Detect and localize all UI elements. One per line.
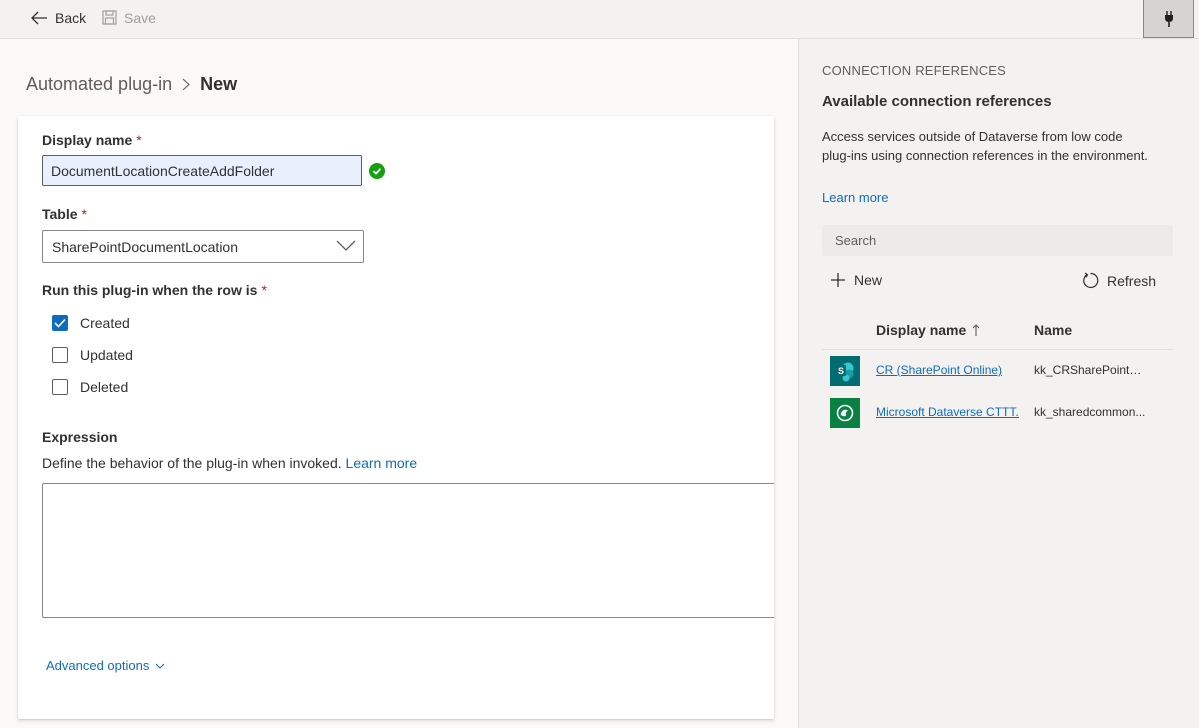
table-dropdown[interactable]: SharePointDocumentLocation bbox=[42, 230, 364, 263]
table-row[interactable]: S CR (SharePoint Online) kk_CRSharePoint… bbox=[822, 350, 1173, 392]
connection-reference-name: kk_CRSharePointO... bbox=[1034, 363, 1146, 377]
plugin-form-card: Display name * DocumentLocationCreateAddF… bbox=[18, 116, 774, 719]
connection-reference-link[interactable]: CR (SharePoint Online) bbox=[876, 363, 1019, 377]
connection-reference-link[interactable]: Microsoft Dataverse CTTT... bbox=[876, 405, 1019, 419]
table-dropdown-value: SharePointDocumentLocation bbox=[52, 239, 239, 255]
expression-label: Expression bbox=[42, 429, 118, 445]
connection-references-toggle-button[interactable] bbox=[1143, 0, 1194, 38]
expression-learn-more-link[interactable]: Learn more bbox=[346, 455, 418, 471]
plus-icon bbox=[831, 273, 845, 287]
column-header-name[interactable]: Name bbox=[1034, 322, 1072, 338]
plug-icon bbox=[1164, 10, 1173, 27]
panel-learn-more-link[interactable]: Learn more bbox=[822, 190, 888, 205]
connection-references-grid: Display name Name S CR (SharePoint Onlin… bbox=[822, 311, 1173, 434]
run-when-label-text: Run this plug-in when the row is bbox=[42, 282, 258, 298]
sort-ascending-icon bbox=[972, 323, 980, 336]
chevron-down-icon bbox=[336, 240, 356, 251]
breadcrumb-current: New bbox=[200, 74, 238, 94]
checkmark-icon bbox=[54, 318, 66, 328]
panel-description: Access services outside of Dataverse fro… bbox=[822, 129, 1148, 163]
advanced-options-label: Advanced options bbox=[46, 658, 150, 673]
display-name-label-text: Display name bbox=[42, 132, 133, 148]
grid-header: Display name Name bbox=[822, 311, 1173, 350]
display-name-label: Display name * bbox=[42, 132, 142, 148]
panel-eyebrow: CONNECTION REFERENCES bbox=[822, 63, 1007, 78]
checkbox-updated[interactable]: Updated bbox=[52, 347, 133, 363]
table-row[interactable]: Microsoft Dataverse CTTT... kk_sharedcom… bbox=[822, 392, 1173, 434]
back-label: Back bbox=[55, 9, 87, 26]
dataverse-icon bbox=[830, 398, 860, 428]
chevron-right-icon bbox=[182, 78, 190, 91]
back-arrow-icon bbox=[31, 11, 47, 24]
table-label: Table * bbox=[42, 206, 87, 222]
checkbox-box[interactable] bbox=[52, 347, 68, 363]
back-button[interactable]: Back bbox=[31, 0, 86, 35]
checkbox-label: Deleted bbox=[80, 379, 129, 395]
refresh-button[interactable]: Refresh bbox=[1082, 272, 1156, 289]
checkbox-box[interactable] bbox=[52, 315, 68, 331]
connection-search-input[interactable]: Search bbox=[822, 225, 1173, 256]
expression-description-text: Define the behavior of the plug-in when … bbox=[42, 455, 342, 471]
save-label: Save bbox=[124, 9, 156, 26]
new-connection-reference-button[interactable]: New bbox=[830, 272, 882, 288]
table-label-text: Table bbox=[42, 206, 78, 222]
save-button[interactable]: Save bbox=[102, 0, 156, 35]
run-when-label: Run this plug-in when the row is * bbox=[42, 282, 267, 298]
required-marker: * bbox=[261, 282, 267, 298]
save-icon bbox=[102, 10, 117, 25]
required-marker: * bbox=[136, 132, 142, 148]
breadcrumb: Automated plug-in New bbox=[26, 74, 237, 95]
chevron-down-icon bbox=[155, 663, 165, 669]
refresh-icon bbox=[1083, 272, 1099, 289]
refresh-label: Refresh bbox=[1107, 272, 1157, 289]
expression-editor[interactable] bbox=[42, 483, 774, 618]
command-bar: Back Save bbox=[0, 0, 1199, 39]
checkbox-label: Updated bbox=[80, 347, 133, 363]
breadcrumb-parent[interactable]: Automated plug-in bbox=[26, 74, 172, 95]
column-header-label: Display name bbox=[876, 322, 967, 338]
expression-description: Define the behavior of the plug-in when … bbox=[42, 455, 417, 471]
display-name-input[interactable]: DocumentLocationCreateAddFolder bbox=[42, 155, 362, 186]
checkbox-label: Created bbox=[80, 315, 130, 331]
sharepoint-icon: S bbox=[830, 356, 860, 386]
checkbox-created[interactable]: Created bbox=[52, 315, 130, 331]
advanced-options-toggle[interactable]: Advanced options bbox=[46, 658, 165, 673]
connection-reference-name: kk_sharedcommon... bbox=[1034, 405, 1146, 419]
panel-title: Available connection references bbox=[822, 93, 1052, 110]
connection-references-panel: CONNECTION REFERENCES Available connecti… bbox=[798, 39, 1199, 728]
checkmark-circle-icon bbox=[369, 163, 385, 184]
column-header-display-name[interactable]: Display name bbox=[876, 322, 980, 338]
svg-text:S: S bbox=[838, 366, 844, 376]
checkbox-deleted[interactable]: Deleted bbox=[52, 379, 128, 395]
new-label: New bbox=[854, 272, 883, 288]
required-marker: * bbox=[81, 206, 87, 222]
checkbox-box[interactable] bbox=[52, 379, 68, 395]
